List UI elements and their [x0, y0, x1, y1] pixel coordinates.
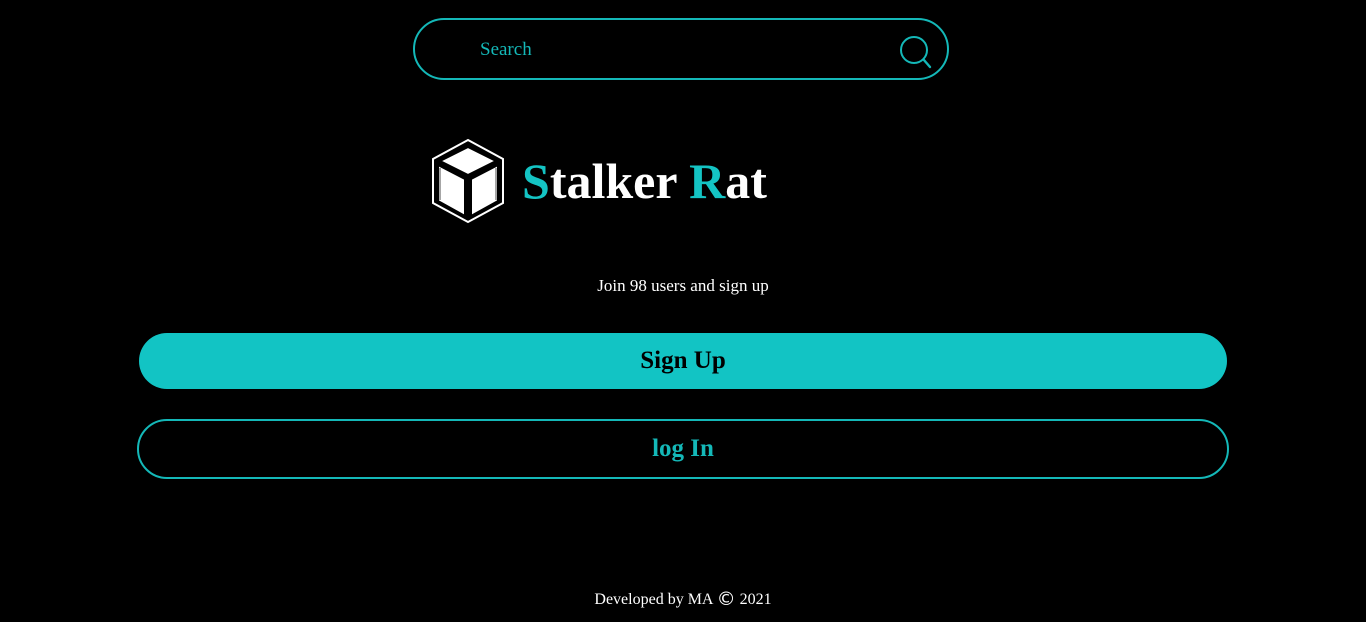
search-input[interactable]	[480, 32, 880, 68]
footer-year: 2021	[735, 591, 772, 608]
page: Stalker Rat Join 98 users and sign up Si…	[0, 0, 1366, 622]
copyright-icon: ©	[716, 588, 736, 610]
footer-developer: Developed by MA	[594, 591, 717, 608]
tagline: Join 98 users and sign up	[597, 276, 769, 295]
cube-icon	[430, 138, 506, 224]
brand-title-word-two: at	[725, 153, 767, 209]
brand-title-initial-r: R	[689, 153, 726, 209]
signup-button[interactable]: Sign Up	[139, 333, 1227, 389]
brand-title-word-one: talker	[549, 153, 690, 209]
brand-title: Stalker Rat	[522, 156, 767, 206]
login-button[interactable]: log In	[137, 419, 1229, 479]
brand-title-initial-s: S	[522, 153, 550, 209]
search-bar[interactable]	[413, 18, 949, 80]
brand: Stalker Rat	[430, 138, 767, 224]
footer: Developed by MA © 2021	[0, 588, 1366, 610]
search-icon[interactable]	[898, 34, 934, 70]
